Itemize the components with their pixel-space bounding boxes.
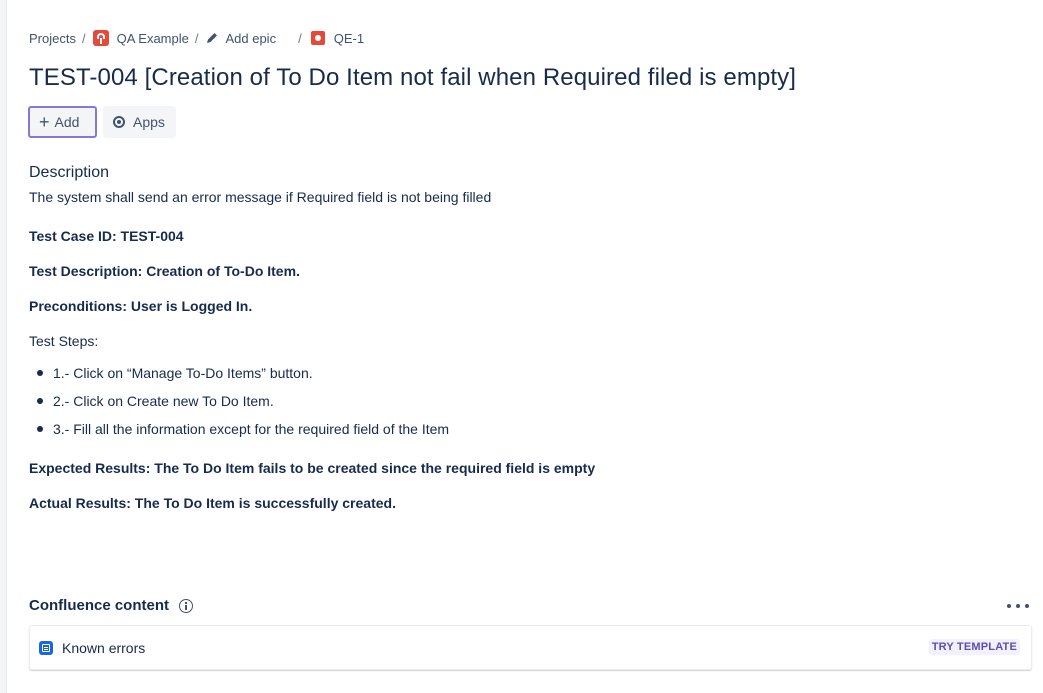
apps-button-label: Apps — [133, 114, 165, 130]
breadcrumb-issue[interactable]: QE-1 — [310, 31, 364, 46]
issue-actions: + Add Apps — [28, 106, 176, 138]
list-item[interactable]: 1.- Click on “Manage To-Do Items” button… — [29, 364, 449, 392]
description-heading: Description — [29, 164, 110, 181]
left-edge-panel — [0, 0, 7, 693]
confluence-heading-label: Confluence content — [29, 597, 170, 614]
more-icon[interactable] — [1007, 601, 1029, 611]
test-steps-label[interactable]: Test Steps: — [29, 333, 98, 349]
preconditions[interactable]: Preconditions: User is Logged In. — [29, 298, 252, 314]
breadcrumb-projects-label[interactable]: Projects — [29, 31, 76, 46]
breadcrumb-separator: / — [194, 30, 199, 46]
test-case-id[interactable]: Test Case ID: TEST-004 — [29, 228, 184, 244]
breadcrumb-add-epic-label[interactable]: Add epic — [225, 31, 276, 46]
confluence-page-title[interactable]: Known errors — [62, 640, 145, 656]
breadcrumb-issue-key[interactable]: QE-1 — [334, 31, 364, 46]
breadcrumb: Projects / QA Example / Add epic / QE-1 — [29, 29, 364, 47]
breadcrumb-separator: / — [298, 30, 302, 46]
list-item[interactable]: 2.- Click on Create new To Do Item. — [29, 392, 449, 420]
actual-results[interactable]: Actual Results: The To Do Item is succes… — [29, 495, 396, 511]
list-item[interactable]: 3.- Fill all the information except for … — [29, 420, 449, 448]
apps-icon — [113, 116, 125, 128]
confluence-page-icon — [39, 640, 53, 655]
add-button-label: Add — [54, 114, 80, 130]
info-icon[interactable] — [179, 598, 194, 613]
description-summary[interactable]: The system shall send an error message i… — [29, 189, 491, 205]
confluence-heading: Confluence content — [29, 597, 194, 614]
add-button[interactable]: + Add — [28, 106, 97, 138]
try-template-badge[interactable]: TRY TEMPLATE — [928, 639, 1020, 655]
apps-button[interactable]: Apps — [103, 106, 176, 138]
breadcrumb-add-epic[interactable]: Add epic — [205, 31, 276, 46]
breadcrumb-project[interactable]: QA Example — [92, 30, 189, 46]
issue-type-icon — [310, 31, 325, 45]
pencil-icon — [207, 33, 218, 43]
breadcrumb-project-label[interactable]: QA Example — [117, 31, 189, 46]
project-avatar-icon — [92, 30, 109, 46]
test-steps-list: 1.- Click on “Manage To-Do Items” button… — [29, 364, 449, 448]
breadcrumb-separator: / — [81, 30, 86, 46]
expected-results[interactable]: Expected Results: The To Do Item fails t… — [29, 460, 595, 476]
confluence-page-card[interactable]: Known errors TRY TEMPLATE — [29, 625, 1032, 670]
breadcrumb-projects[interactable]: Projects — [29, 31, 76, 46]
issue-title[interactable]: TEST-004 [Creation of To Do Item not fai… — [29, 64, 1029, 92]
plus-icon: + — [39, 112, 50, 132]
test-description[interactable]: Test Description: Creation of To-Do Item… — [29, 263, 300, 279]
